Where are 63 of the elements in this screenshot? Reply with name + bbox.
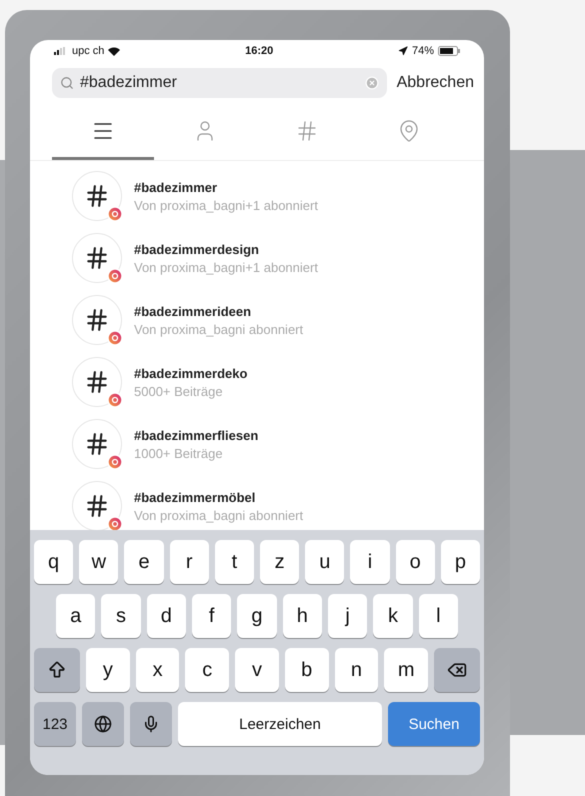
letter-key[interactable]: y [86, 648, 130, 692]
hashtag-name[interactable]: #badezimmerdeko [134, 366, 248, 380]
letter-key[interactable]: d [146, 594, 186, 638]
letter-key[interactable]: q [34, 540, 74, 584]
hashtag-avatar [72, 295, 122, 345]
letter-key[interactable]: f [192, 594, 232, 638]
hashtag-info: Von proxima_bagni abonniert [134, 508, 304, 522]
letter-key[interactable]: x [136, 648, 180, 692]
hashtag-info: Von proxima_bagni abonniert [134, 322, 304, 336]
battery-icon [438, 46, 460, 56]
letter-key[interactable]: u [305, 540, 344, 584]
hashtag-avatar [72, 233, 122, 283]
letter-key[interactable]: t [214, 540, 254, 584]
hashtag-avatar [72, 419, 122, 469]
letter-key[interactable]: b [284, 648, 329, 692]
microphone-icon [142, 715, 160, 733]
hashtag-name[interactable]: #badezimmerfliesen [134, 428, 258, 442]
shift-key[interactable] [34, 648, 80, 692]
letter-key[interactable]: g [237, 594, 277, 638]
hashtag-name[interactable]: #badezimmermöbel [134, 490, 304, 504]
hashtag-info: 5000+ Beiträge [134, 384, 224, 398]
letter-key[interactable]: h [282, 594, 322, 638]
search-field[interactable]: #badezimmer [52, 68, 387, 98]
letter-key[interactable]: l [418, 594, 458, 638]
search-key[interactable]: Suchen [388, 702, 480, 746]
globe-key[interactable] [82, 702, 124, 746]
location-arrow-icon [398, 46, 408, 56]
hashtag-info: Von proxima_bagni+1 abonniert [134, 198, 318, 212]
letter-key[interactable]: m [384, 648, 428, 692]
hashtag-name[interactable]: #badezimmerideen [134, 304, 304, 318]
hashtag-name[interactable]: #badezimmerdesign [134, 242, 318, 256]
search-icon [60, 76, 74, 90]
battery-percentage: 74% [412, 45, 434, 57]
hashtag-info: 1000+ Beiträge [134, 446, 224, 460]
letter-key[interactable]: i [350, 540, 390, 584]
clock-time: 16:20 [245, 45, 274, 57]
wifi-icon [108, 46, 120, 56]
letter-key[interactable]: e [124, 540, 164, 584]
hashtag-avatar [72, 171, 122, 221]
letter-key[interactable]: n [334, 648, 378, 692]
letter-key[interactable]: w [79, 540, 118, 584]
letter-key[interactable]: c [185, 648, 230, 692]
numbers-key[interactable]: 123 [34, 702, 76, 746]
letter-key[interactable]: a [56, 594, 96, 638]
hashtag-info: Von proxima_bagni+1 abonniert [134, 260, 318, 274]
letter-key[interactable]: s [101, 594, 141, 638]
hashtag-avatar [72, 357, 122, 407]
globe-icon [94, 715, 112, 733]
signal-icon [54, 47, 68, 55]
letter-key[interactable]: k [373, 594, 413, 638]
letter-key[interactable]: j [328, 594, 368, 638]
hashtag-name[interactable]: #badezimmer [134, 180, 318, 194]
space-key[interactable]: Leerzeichen [178, 702, 382, 746]
letter-key[interactable]: o [396, 540, 435, 584]
shift-arrow-icon [47, 660, 67, 680]
letter-key[interactable]: v [235, 648, 279, 692]
cancel-button[interactable]: Abbrechen [396, 74, 474, 92]
microphone-key[interactable] [130, 702, 172, 746]
letter-key[interactable]: r [170, 540, 209, 584]
letter-key[interactable]: p [440, 540, 480, 584]
backspace-key[interactable] [434, 648, 480, 692]
carrier-name: upc ch [72, 45, 104, 57]
letter-key[interactable]: z [260, 540, 300, 584]
